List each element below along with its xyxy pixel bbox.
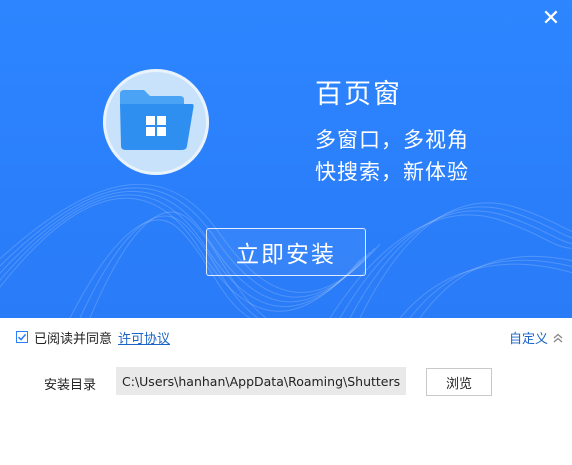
tagline-line-2: 快搜索，新体验: [315, 160, 469, 184]
hero-banner: ✕ 百页窗 多窗口，多视角 快搜索，新体验 立即安装: [0, 0, 572, 318]
license-agreement-link[interactable]: 许可协议: [118, 328, 170, 347]
install-dir-label: 安装目录: [44, 378, 97, 393]
folder-windows-icon: [120, 90, 194, 150]
install-now-button[interactable]: 立即安装: [206, 228, 366, 276]
install-path-input[interactable]: [116, 367, 406, 395]
custom-label: 自定义: [508, 332, 548, 347]
close-button[interactable]: ✕: [540, 8, 562, 30]
checkmark-icon: [17, 333, 27, 341]
custom-install-toggle[interactable]: 自定义: [509, 328, 564, 347]
options-panel: 已阅读并同意 许可协议 自定义 安装目录 浏览: [0, 318, 572, 465]
app-title: 百页窗: [315, 79, 402, 110]
agreement-row: 已阅读并同意 许可协议: [16, 328, 170, 347]
agreement-checkbox[interactable]: [16, 331, 28, 343]
browse-button[interactable]: 浏览: [426, 368, 492, 396]
chevron-up-icon: [553, 333, 563, 342]
tagline-line-1: 多窗口，多视角: [315, 128, 469, 152]
installer-window: ✕ 百页窗 多窗口，多视角 快搜索，新体验 立即安装 已阅读并同意 许可协议 自…: [0, 0, 572, 465]
close-icon: ✕: [541, 6, 561, 31]
agreement-text: 已阅读并同意: [34, 331, 113, 347]
app-logo: [103, 69, 209, 175]
